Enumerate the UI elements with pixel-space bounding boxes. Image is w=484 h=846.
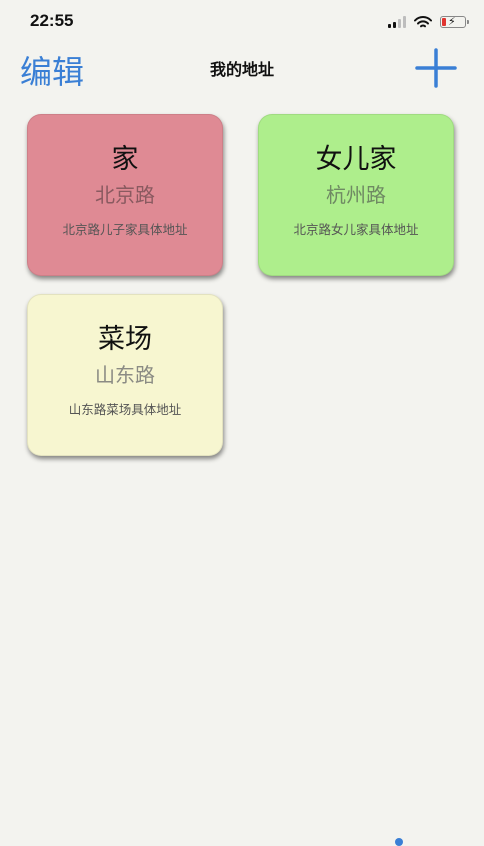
address-detail: 北京路女儿家具体地址: [293, 222, 419, 237]
signal-icon: [388, 16, 406, 28]
address-street: 杭州路: [326, 183, 386, 207]
address-detail: 北京路儿子家具体地址: [62, 222, 188, 237]
address-card[interactable]: 菜场 山东路 山东路菜场具体地址: [27, 294, 223, 456]
address-detail: 山东路菜场具体地址: [68, 402, 182, 417]
status-bar: 22:55 ⚡: [0, 0, 484, 44]
address-name: 女儿家: [315, 144, 397, 175]
page-title: 我的地址: [209, 60, 274, 79]
address-street: 北京路: [95, 183, 155, 207]
nav-bar: 编辑 我的地址: [0, 44, 484, 92]
plus-icon[interactable]: [413, 48, 459, 88]
battery-charging-icon: ⚡: [440, 15, 469, 28]
page-indicator-dot: [395, 838, 403, 846]
address-street: 山东路: [95, 363, 155, 387]
status-icons: ⚡: [388, 14, 469, 30]
address-card[interactable]: 女儿家 杭州路 北京路女儿家具体地址: [258, 114, 454, 276]
address-name: 菜场: [98, 324, 152, 355]
status-time: 22:55: [30, 11, 74, 30]
wifi-icon: [414, 15, 432, 27]
address-name: 家: [111, 144, 139, 175]
address-card[interactable]: 家 北京路 北京路儿子家具体地址: [27, 114, 223, 276]
